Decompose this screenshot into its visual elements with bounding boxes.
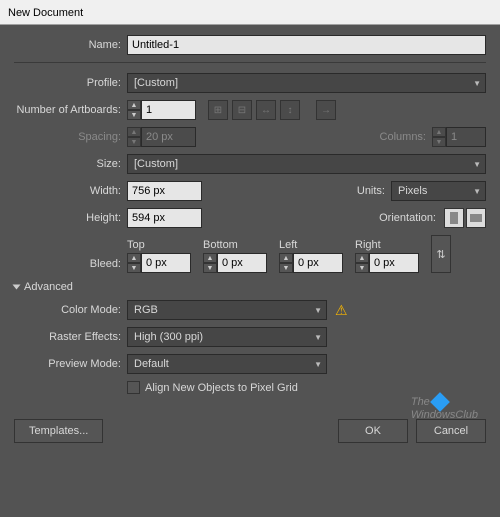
chevron-down-icon: ▼ — [314, 306, 322, 315]
size-dropdown[interactable]: [Custom] ▼ — [127, 154, 486, 174]
units-dropdown[interactable]: Pixels ▼ — [391, 181, 486, 201]
size-label: Size: — [14, 158, 127, 170]
width-input[interactable] — [127, 181, 202, 201]
chevron-down-icon: ▼ — [314, 333, 322, 342]
orientation-label: Orientation: — [379, 212, 442, 224]
bleed-left-input[interactable] — [293, 253, 343, 273]
bleed-bottom-input[interactable] — [217, 253, 267, 273]
arrange-col-icon: ↕ — [280, 100, 300, 120]
window-title: New Document — [8, 7, 83, 19]
bleed-right-stepper[interactable]: ▲▼ — [355, 253, 369, 273]
disclosure-triangle-icon[interactable] — [13, 285, 21, 290]
align-label: Align New Objects to Pixel Grid — [145, 382, 298, 394]
cancel-button[interactable]: Cancel — [416, 419, 486, 443]
raster-value: High (300 ppi) — [134, 331, 203, 343]
colormode-dropdown[interactable]: RGB ▼ — [127, 300, 327, 320]
units-label: Units: — [357, 185, 391, 197]
chevron-down-icon: ▼ — [473, 187, 481, 196]
bleed-bottom-label: Bottom — [203, 239, 267, 251]
height-label: Height: — [14, 212, 127, 224]
columns-stepper: ▲▼ — [432, 127, 446, 147]
artboards-stepper[interactable]: ▲▼ — [127, 100, 141, 120]
preview-dropdown[interactable]: Default ▼ — [127, 354, 327, 374]
preview-value: Default — [134, 358, 169, 370]
bleed-right-input[interactable] — [369, 253, 419, 273]
size-value: [Custom] — [134, 158, 178, 170]
advanced-header[interactable]: Advanced — [24, 281, 73, 293]
profile-dropdown[interactable]: [Custom] ▼ — [127, 73, 486, 93]
templates-button[interactable]: Templates... — [14, 419, 103, 443]
bleed-left-label: Left — [279, 239, 343, 251]
ok-button[interactable]: OK — [338, 419, 408, 443]
artboards-label: Number of Artboards: — [14, 104, 127, 116]
chevron-down-icon: ▼ — [473, 79, 481, 88]
bleed-link-button[interactable]: ⇅ — [431, 235, 451, 273]
bleed-bottom-stepper[interactable]: ▲▼ — [203, 253, 217, 273]
bleed-label: Bleed: — [14, 258, 127, 273]
chevron-down-icon: ▼ — [473, 160, 481, 169]
columns-input — [446, 127, 486, 147]
orientation-portrait-button[interactable] — [444, 208, 464, 228]
orientation-landscape-button[interactable] — [466, 208, 486, 228]
raster-dropdown[interactable]: High (300 ppi) ▼ — [127, 327, 327, 347]
spacing-stepper: ▲▼ — [127, 127, 141, 147]
artboards-input[interactable] — [141, 100, 196, 120]
chevron-down-icon: ▼ — [314, 360, 322, 369]
spacing-label: Spacing: — [14, 131, 127, 143]
spacing-input — [141, 127, 196, 147]
align-checkbox[interactable] — [127, 381, 140, 394]
raster-label: Raster Effects: — [14, 331, 127, 343]
bleed-left-stepper[interactable]: ▲▼ — [279, 253, 293, 273]
bleed-right-label: Right — [355, 239, 419, 251]
name-input[interactable] — [127, 35, 486, 55]
dialog-footer: Templates... OK Cancel — [0, 411, 500, 457]
units-value: Pixels — [398, 185, 427, 197]
bleed-top-input[interactable] — [141, 253, 191, 273]
height-input[interactable] — [127, 208, 202, 228]
colormode-label: Color Mode: — [14, 304, 127, 316]
colormode-value: RGB — [134, 304, 158, 316]
columns-label: Columns: — [380, 131, 432, 143]
bleed-top-label: Top — [127, 239, 191, 251]
profile-label: Profile: — [14, 77, 127, 89]
link-icon: ⇅ — [436, 248, 445, 261]
arrange-row-icon: ↔ — [256, 100, 276, 120]
arrange-rtl-icon: → — [316, 100, 336, 120]
width-label: Width: — [14, 185, 127, 197]
warning-icon: ⚠ — [335, 302, 348, 319]
arrange-grid-col-icon: ⊟ — [232, 100, 252, 120]
preview-label: Preview Mode: — [14, 358, 127, 370]
profile-value: [Custom] — [134, 77, 178, 89]
window-titlebar: New Document — [0, 0, 500, 25]
dialog-content: Name: Profile: [Custom] ▼ Number of Artb… — [0, 25, 500, 411]
bleed-top-stepper[interactable]: ▲▼ — [127, 253, 141, 273]
name-label: Name: — [14, 39, 127, 51]
arrange-grid-row-icon: ⊞ — [208, 100, 228, 120]
